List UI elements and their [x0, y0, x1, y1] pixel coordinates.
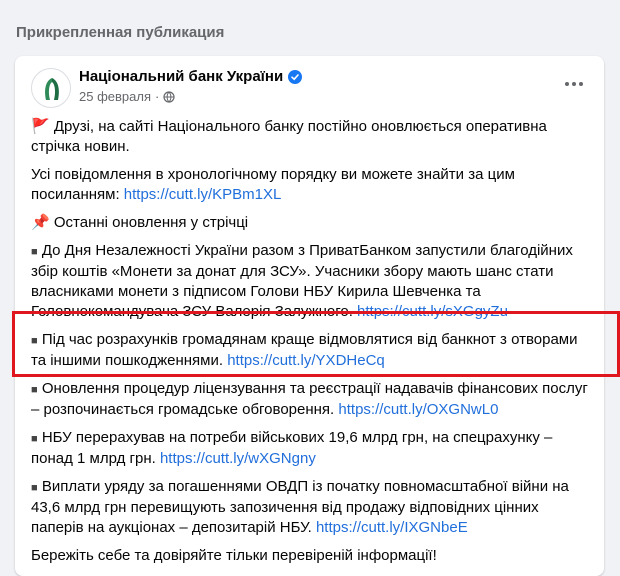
- red-flag-icon: 🚩: [31, 118, 50, 135]
- pinned-post-section-title: Прикрепленная публикация: [16, 24, 225, 41]
- page-name-text[interactable]: Національний банк України: [79, 68, 283, 85]
- bullet-icon: ■: [31, 384, 38, 396]
- page-name[interactable]: Національний банк України: [79, 68, 303, 85]
- post-date[interactable]: 25 февраля: [79, 89, 151, 104]
- post-link[interactable]: https://cutt.ly/IXGNbeE: [316, 519, 468, 536]
- post-meta: 25 февраля ·: [79, 89, 175, 104]
- nbu-logo-icon: [45, 78, 59, 100]
- bullet-icon: ■: [31, 433, 38, 445]
- avatar[interactable]: [31, 68, 71, 108]
- bullet-icon: ■: [31, 335, 38, 347]
- meta-separator: ·: [155, 89, 160, 104]
- post-card: Національний банк України 25 февраля · 🚩…: [15, 56, 604, 576]
- post-paragraph: ■ Виплати уряду за погашеннями ОВДП із п…: [31, 477, 591, 538]
- more-options-icon[interactable]: [556, 74, 592, 94]
- post-paragraph: 📌 Останні оновлення у стрічці: [31, 213, 591, 233]
- paragraph-text: Друзі, на сайті Національного банку пост…: [31, 118, 547, 155]
- post-paragraph: ■ До Дня Незалежності України разом з Пр…: [31, 241, 591, 322]
- post-paragraph: ■ НБУ перерахував на потреби військових …: [31, 428, 591, 469]
- paragraph-text: Виплати уряду за погашеннями ОВДП із поч…: [31, 478, 569, 536]
- verified-badge-icon: [288, 69, 303, 84]
- paragraph-text: Бережіть себе та довіряйте тільки переві…: [31, 547, 437, 564]
- post-paragraph: Бережіть себе та довіряйте тільки переві…: [31, 546, 591, 566]
- bullet-icon: ■: [31, 246, 38, 258]
- post-paragraph: ■ Під час розрахунків громадянам краще в…: [31, 330, 591, 371]
- post-link[interactable]: https://cutt.ly/sXGgyZu: [357, 303, 508, 320]
- post-link[interactable]: https://cutt.ly/OXGNwL0: [338, 401, 498, 418]
- post-paragraph: 🚩 Друзі, на сайті Національного банку по…: [31, 117, 591, 157]
- post-link[interactable]: https://cutt.ly/wXGNgny: [160, 450, 316, 467]
- post-paragraph: ■ Оновлення процедур ліцензування та реє…: [31, 379, 591, 420]
- globe-icon: [163, 90, 175, 103]
- post-link[interactable]: https://cutt.ly/KPBm1XL: [124, 186, 282, 203]
- post-paragraph: Усі повідомлення в хронологічному порядк…: [31, 165, 591, 205]
- paragraph-text: Останні оновлення у стрічці: [53, 214, 249, 231]
- paragraph-text: Оновлення процедур ліцензування та реєст…: [31, 380, 588, 418]
- pushpin-icon: 📌: [31, 214, 50, 231]
- post-body: 🚩 Друзі, на сайті Національного банку по…: [31, 117, 591, 574]
- bullet-icon: ■: [31, 482, 38, 494]
- post-link[interactable]: https://cutt.ly/YXDHeCq: [227, 352, 385, 369]
